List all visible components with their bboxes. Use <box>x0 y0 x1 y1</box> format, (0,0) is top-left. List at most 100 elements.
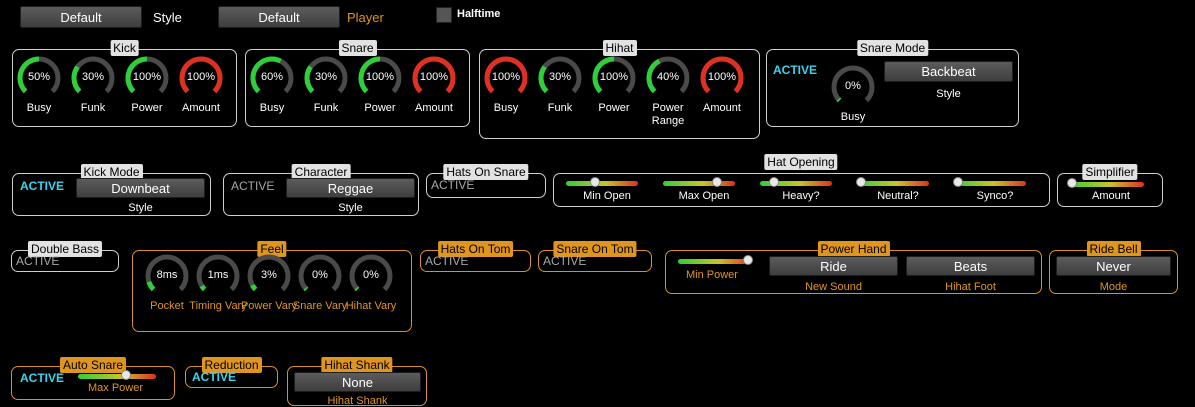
slider-thumb[interactable] <box>1066 178 1077 188</box>
kick-mode-style-button[interactable]: Downbeat <box>76 178 205 198</box>
hat-opening-slider-label: Min Open <box>583 190 631 202</box>
hihat-knob-power[interactable]: 100% Power <box>592 56 636 126</box>
hihat-shank-label: Hihat Shank <box>327 395 388 407</box>
knob-label: Funk <box>80 102 106 114</box>
knob-label: Amount <box>182 102 220 114</box>
knob-label: Hihat Vary <box>345 300 397 312</box>
knob-label: Power <box>364 102 396 114</box>
player-label: Player <box>347 10 384 25</box>
feel-knob-pocket[interactable]: 8ms Pocket <box>145 254 189 324</box>
character-active-toggle[interactable]: ACTIVE <box>231 179 274 193</box>
snare-knob-amount[interactable]: 100% Amount <box>412 56 456 126</box>
ride-bell-panel: Ride Bell Never Mode <box>1049 241 1178 294</box>
knob-label: Power <box>598 102 630 114</box>
hihat-shank-button[interactable]: None <box>294 372 421 392</box>
snare-mode-title: Snare Mode <box>856 40 929 56</box>
snare-on-tom-panel: Snare On Tom ACTIVE <box>538 241 652 272</box>
snare-knob-busy[interactable]: 60% Busy <box>250 56 294 126</box>
hat-opening-slider-synco[interactable] <box>952 177 1026 187</box>
kick-knob-busy[interactable]: 50% Busy <box>17 56 61 126</box>
knob-value: 3% <box>261 269 277 281</box>
feel-knob-timing-vary[interactable]: 1ms Timing Vary <box>189 254 247 324</box>
hihat-title: Hihat <box>602 40 637 56</box>
kick-mode-style-label: Style <box>128 202 153 214</box>
knob-fill <box>836 97 842 103</box>
snare-mode-panel: Snare Mode ACTIVE 0% Busy Backbeat Style <box>766 40 1019 127</box>
hat-opening-slider-min-open[interactable] <box>566 177 638 187</box>
ride-bell-mode-label: Mode <box>1099 281 1128 293</box>
knob-value: 60% <box>260 71 284 83</box>
kick-mode-panel: Kick Mode ACTIVE Downbeat Style <box>12 164 211 216</box>
kick-knob-amount[interactable]: 100% Amount <box>179 56 223 126</box>
snare-knob-funk[interactable]: 30% Funk <box>304 56 348 126</box>
hihat-shank-panel: Hihat Shank None Hihat Shank <box>287 357 427 407</box>
style-default-button[interactable]: Default <box>20 6 142 28</box>
slider-thumb[interactable] <box>743 255 754 265</box>
slider-thumb[interactable] <box>952 177 963 187</box>
hihat-knob-busy[interactable]: 100% Busy <box>484 56 528 126</box>
hats-on-tom-active-toggle[interactable]: ACTIVE <box>425 254 468 268</box>
knob-label: Amount <box>703 102 741 114</box>
snare-knob-power[interactable]: 100% Power <box>358 56 402 126</box>
min-power-slider[interactable] <box>678 255 754 265</box>
knob-label: Busy <box>259 102 285 114</box>
hat-opening-slider-label: Synco? <box>976 190 1014 202</box>
character-style-button[interactable]: Reggae <box>286 178 415 198</box>
character-panel: Character ACTIVE Reggae Style <box>223 164 419 216</box>
hat-opening-slider-neutral[interactable] <box>855 177 929 187</box>
auto-snare-active-toggle[interactable]: ACTIVE <box>20 371 64 385</box>
feel-knob-power-vary[interactable]: 3% Power Vary <box>241 254 297 324</box>
knob-fill <box>146 280 156 292</box>
knob-value: 8ms <box>156 269 178 281</box>
kick-knob-power[interactable]: 100% Power <box>125 56 169 126</box>
kick-mode-active-toggle[interactable]: ACTIVE <box>20 179 64 193</box>
slider-thumb[interactable] <box>855 177 866 187</box>
power-hand-title: Power Hand <box>817 241 890 257</box>
reduction-active-toggle[interactable]: ACTIVE <box>192 370 236 384</box>
double-bass-active-toggle[interactable]: ACTIVE <box>16 254 59 268</box>
knob-label: Power Range <box>651 102 685 127</box>
snare-mode-style-button[interactable]: Backbeat <box>884 61 1013 82</box>
knob-fill <box>354 286 360 292</box>
knob-value: 50% <box>27 71 51 83</box>
hihat-knob-power-range[interactable]: 40% Power Range <box>646 56 690 127</box>
auto-snare-title: Auto Snare <box>59 357 127 373</box>
slider-thumb[interactable] <box>712 177 722 187</box>
hihat-knob-funk[interactable]: 30% Funk <box>538 56 582 126</box>
snare-on-tom-active-toggle[interactable]: ACTIVE <box>543 254 586 268</box>
ride-bell-title: Ride Bell <box>1086 241 1141 257</box>
knob-value: 100% <box>707 71 737 83</box>
hihat-knob-amount[interactable]: 100% Amount <box>700 56 744 126</box>
knob-value: 30% <box>314 71 338 83</box>
slider-thumb[interactable] <box>121 370 132 380</box>
new-sound-label: New Sound <box>805 281 862 293</box>
kick-knob-funk[interactable]: 30% Funk <box>71 56 115 126</box>
halftime-checkbox[interactable] <box>436 7 452 23</box>
max-power-slider[interactable] <box>78 370 156 380</box>
simplifier-amount-slider[interactable] <box>1066 178 1144 188</box>
ride-bell-mode-button[interactable]: Never <box>1056 256 1171 276</box>
feel-knob-hihat-vary[interactable]: 0% Hihat Vary <box>346 254 396 324</box>
halftime-label: Halftime <box>457 8 501 20</box>
knob-value: 100% <box>419 71 449 83</box>
slider-thumb[interactable] <box>589 177 600 187</box>
knob-value: 0% <box>363 269 379 281</box>
knob-label: Amount <box>415 102 453 114</box>
power-hand-ride-button[interactable]: Ride <box>769 256 898 276</box>
knob-label: Power <box>131 102 163 114</box>
double-bass-panel: Double Bass ACTIVE <box>11 241 119 272</box>
power-hand-beats-button[interactable]: Beats <box>906 256 1035 276</box>
hat-opening-slider-max-open[interactable] <box>663 177 735 187</box>
hat-opening-slider-heavy[interactable] <box>760 177 832 187</box>
snare-panel: Snare 60% Busy 30% Funk 100% Power 100% Amount <box>245 40 470 127</box>
feel-knob-snare-vary[interactable]: 0% Snare Vary <box>293 254 347 324</box>
slider-thumb[interactable] <box>769 177 780 187</box>
knob-label: Funk <box>313 102 339 114</box>
knob-value: 0% <box>845 80 861 92</box>
snare-mode-active-toggle[interactable]: ACTIVE <box>773 63 817 77</box>
hats-on-snare-active-toggle[interactable]: ACTIVE <box>431 178 474 192</box>
knob-value: 100% <box>132 71 162 83</box>
max-power-label: Max Power <box>88 382 144 394</box>
player-default-button[interactable]: Default <box>218 6 340 28</box>
snare-mode-busy-knob[interactable]: 0% Busy <box>831 65 875 127</box>
